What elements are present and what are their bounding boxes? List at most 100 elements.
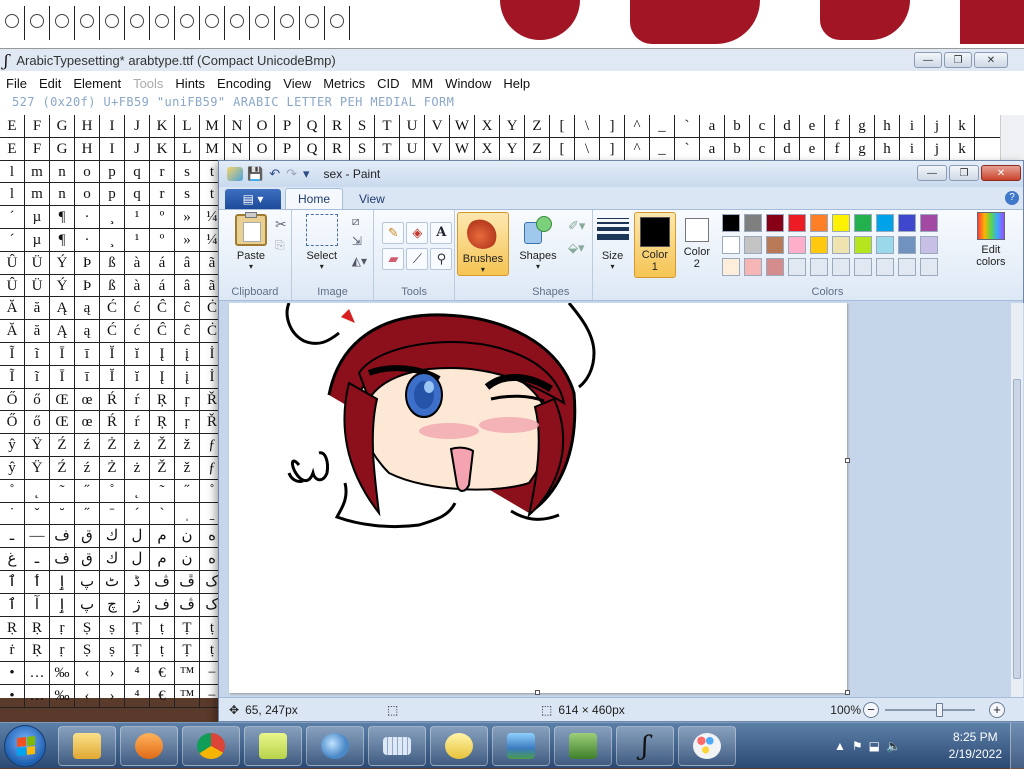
pencil-icon[interactable]: ✎: [382, 222, 405, 244]
glyph-cell[interactable]: €: [150, 684, 175, 707]
select-button[interactable]: Select ▾: [296, 214, 348, 271]
palette-swatch[interactable]: [721, 214, 740, 232]
zoom-out-button[interactable]: −: [863, 702, 879, 718]
taskbar-keyboard[interactable]: [368, 726, 426, 766]
glyph-cell[interactable]: ٱ: [0, 570, 25, 593]
glyph-cell[interactable]: ·: [75, 206, 100, 228]
clock[interactable]: 8:25 PM 2/19/2022: [949, 729, 1002, 763]
taskbar-paint[interactable]: [678, 726, 736, 766]
glyph-cell[interactable]: Ṣ: [75, 616, 100, 639]
glyph-cell[interactable]: €: [150, 662, 175, 684]
glyph-cell[interactable]: ă: [25, 297, 50, 320]
glyph-cell[interactable]: g: [850, 115, 875, 137]
paint-file-menu-button[interactable]: ▤ ▾: [225, 189, 281, 209]
glyph-cell[interactable]: b: [725, 137, 750, 160]
glyph-cell[interactable]: º: [150, 228, 175, 251]
show-desktop-button[interactable]: [1010, 723, 1024, 769]
scrollbar-thumb[interactable]: [1013, 379, 1021, 679]
glyph-cell[interactable]: I: [100, 115, 125, 137]
glyph-cell[interactable]: ›: [100, 662, 125, 684]
palette-swatch[interactable]: [743, 258, 762, 276]
taskbar-photo-viewer[interactable]: [492, 726, 550, 766]
outline-icon[interactable]: ✐▾: [568, 218, 586, 236]
canvas-resize-handle-right[interactable]: [845, 458, 850, 463]
glyph-cell[interactable]: ل: [125, 525, 150, 548]
glyph-cell[interactable]: ⁴: [125, 684, 150, 707]
glyph-cell[interactable]: Ő: [0, 411, 25, 434]
glyph-cell[interactable]: ´: [0, 228, 25, 251]
menu-window[interactable]: Window: [445, 76, 491, 91]
glyph-cell[interactable]: •: [0, 684, 25, 707]
glyph-cell[interactable]: Z: [525, 137, 550, 160]
palette-swatch[interactable]: [809, 214, 828, 232]
glyph-cell[interactable]: Ĭ: [100, 342, 125, 365]
glyph-cell[interactable]: —: [25, 525, 50, 548]
cut-icon[interactable]: ✂: [275, 216, 293, 234]
glyph-cell[interactable]: ·: [75, 228, 100, 251]
glyph-cell[interactable]: ـ: [25, 548, 50, 570]
glyph-cell[interactable]: Œ: [50, 411, 75, 434]
glyph-cell[interactable]: Ṭ: [125, 639, 150, 662]
glyph-cell[interactable]: »: [175, 228, 200, 251]
paste-button[interactable]: Paste ▾: [225, 212, 277, 271]
glyph-cell[interactable]: e: [800, 137, 825, 160]
glyph-cell[interactable]: ¸: [100, 206, 125, 228]
shapes-button[interactable]: Shapes ▾: [512, 214, 564, 271]
glyph-cell[interactable]: ż: [125, 456, 150, 479]
glyph-cell[interactable]: Ṭ: [125, 616, 150, 639]
glyph-cell[interactable]: ṛ: [50, 639, 75, 662]
glyph-cell[interactable]: ˉ: [100, 502, 125, 525]
glyph-cell[interactable]: ف: [50, 548, 75, 570]
palette-swatch[interactable]: [853, 258, 872, 276]
glyph-cell[interactable]: P: [275, 115, 300, 137]
glyph-cell[interactable]: º: [150, 206, 175, 228]
glyph-cell[interactable]: d: [775, 137, 800, 160]
glyph-cell[interactable]: S: [350, 115, 375, 137]
glyph-cell[interactable]: j: [925, 137, 950, 160]
glyph-cell[interactable]: ]: [600, 137, 625, 160]
close-button[interactable]: ✕: [974, 52, 1008, 68]
glyph-cell[interactable]: p: [100, 183, 125, 206]
glyph-cell[interactable]: G: [50, 137, 75, 160]
glyph-cell[interactable]: d: [775, 115, 800, 137]
glyph-cell[interactable]: `: [675, 115, 700, 137]
palette-swatch[interactable]: [831, 258, 850, 276]
glyph-cell[interactable]: l: [0, 183, 25, 206]
glyph-cell[interactable]: W: [450, 115, 475, 137]
glyph-cell[interactable]: ف: [150, 593, 175, 616]
glyph-cell[interactable]: I: [100, 137, 125, 160]
eraser-icon[interactable]: ▰: [382, 248, 405, 270]
glyph-cell[interactable]: R: [325, 115, 350, 137]
glyph-cell[interactable]: ć: [125, 297, 150, 320]
glyph-cell[interactable]: Ż: [100, 456, 125, 479]
glyph-cell[interactable]: ˝: [75, 479, 100, 502]
glyph-cell[interactable]: Ć: [100, 320, 125, 342]
glyph-cell[interactable]: Ć: [100, 297, 125, 320]
glyph-cell[interactable]: Ŕ: [100, 388, 125, 411]
glyph-cell[interactable]: â: [175, 251, 200, 274]
glyph-cell[interactable]: L: [175, 115, 200, 137]
glyph-cell[interactable]: ـ: [0, 525, 25, 548]
palette-swatch[interactable]: [787, 214, 806, 232]
glyph-cell[interactable]: U: [400, 115, 425, 137]
glyph-cell[interactable]: q: [125, 160, 150, 183]
tab-view[interactable]: View: [347, 189, 397, 209]
glyph-cell[interactable]: ĩ: [25, 365, 50, 388]
glyph-cell[interactable]: Þ: [75, 251, 100, 274]
glyph-cell[interactable]: ق: [75, 548, 100, 570]
glyph-cell[interactable]: f: [825, 137, 850, 160]
glyph-cell[interactable]: œ: [75, 411, 100, 434]
glyph-cell[interactable]: ⁴: [125, 662, 150, 684]
glyph-cell[interactable]: Ĩ: [0, 342, 25, 365]
glyph-cell[interactable]: ṙ: [0, 639, 25, 662]
glyph-cell[interactable]: Y: [500, 115, 525, 137]
glyph-cell[interactable]: ˙: [0, 502, 25, 525]
zoom-in-button[interactable]: +: [989, 702, 1005, 718]
glyph-cell[interactable]: ٳ: [50, 593, 75, 616]
glyph-cell[interactable]: ī: [75, 342, 100, 365]
glyph-cell[interactable]: m: [25, 160, 50, 183]
action-center-icon[interactable]: ⚑: [852, 739, 863, 753]
glyph-cell[interactable]: [: [550, 115, 575, 137]
glyph-cell[interactable]: N: [225, 137, 250, 160]
taskbar-chrome[interactable]: [182, 726, 240, 766]
